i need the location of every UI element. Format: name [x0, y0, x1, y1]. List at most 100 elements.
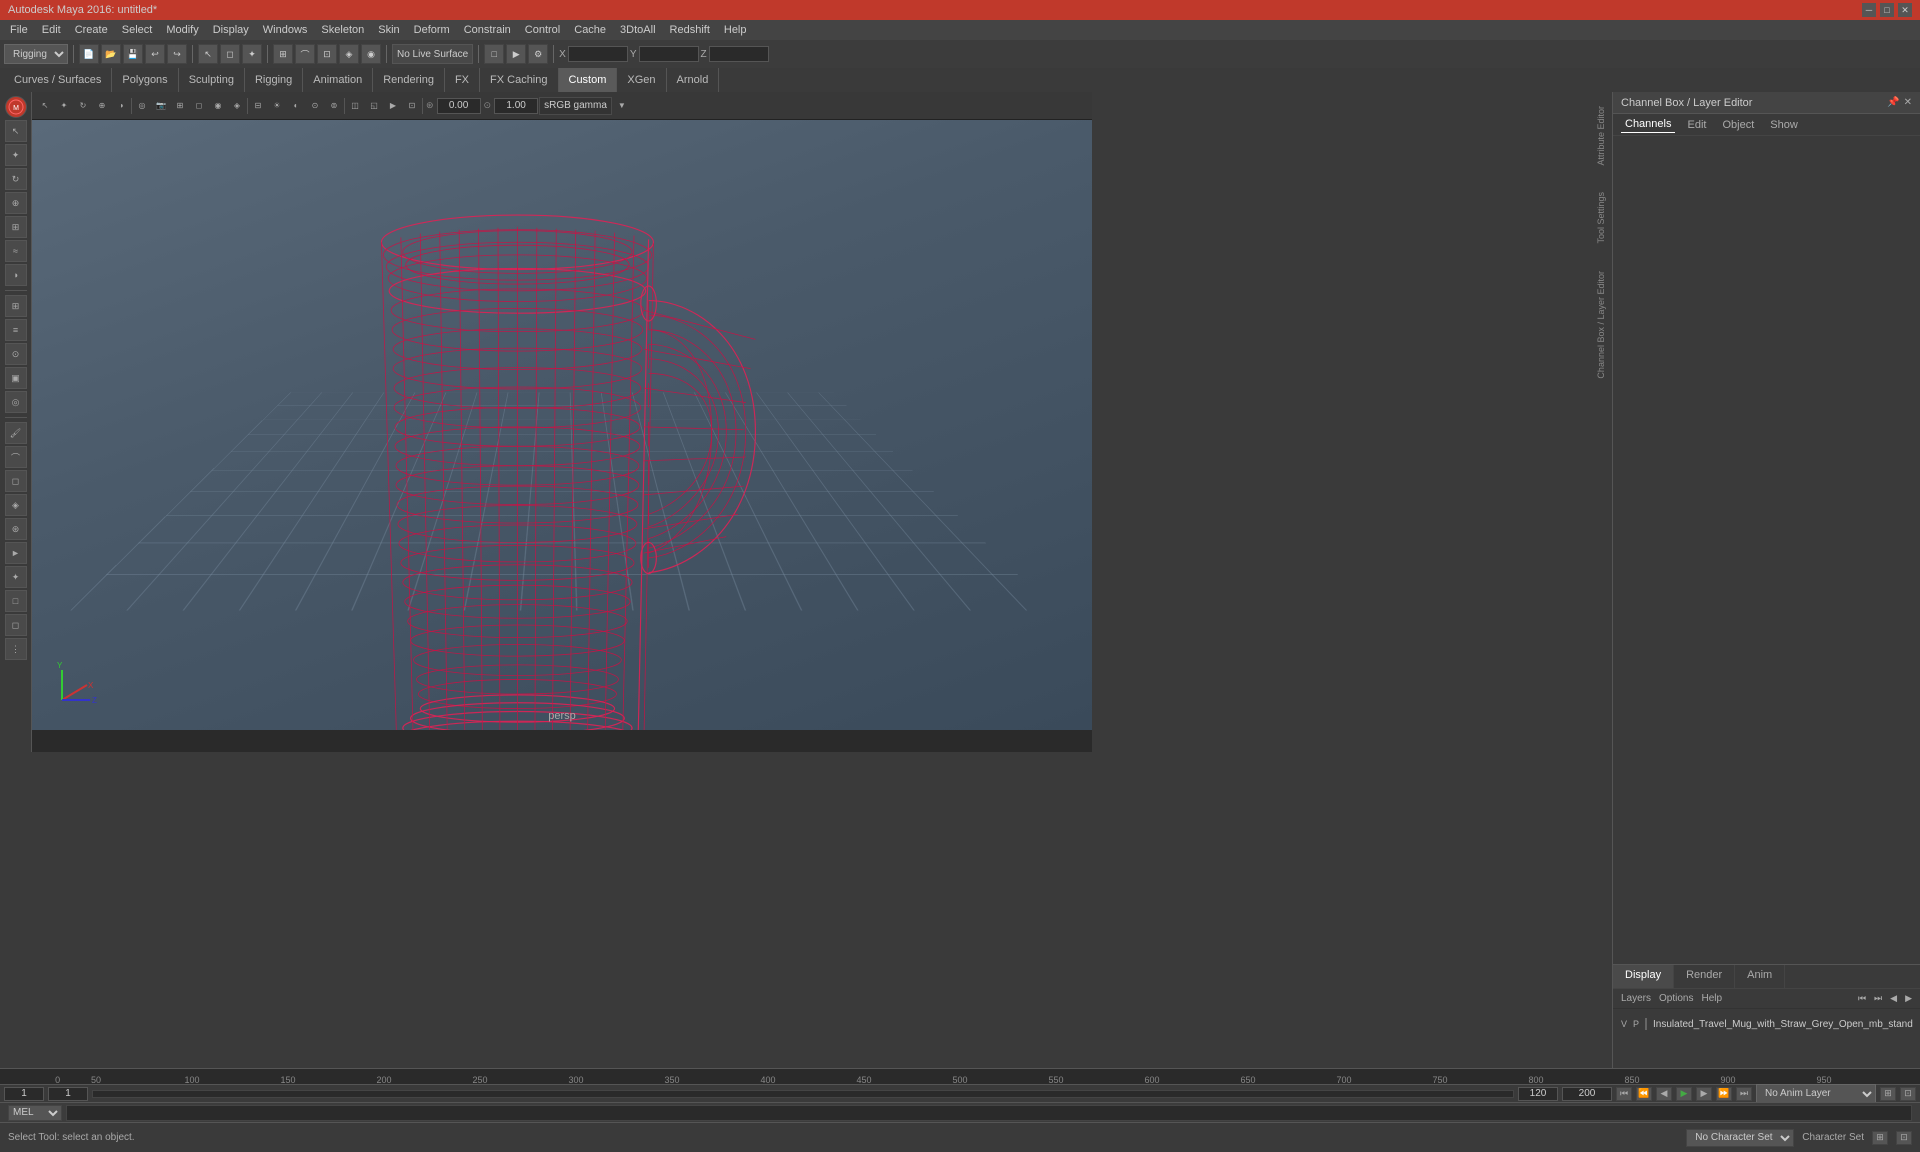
anim-layer-select[interactable]: No Anim Layer: [1756, 1084, 1876, 1104]
render-settings-btn[interactable]: ⚙: [528, 44, 548, 64]
menu-modify[interactable]: Modify: [160, 22, 204, 38]
tab-animation[interactable]: Animation: [303, 68, 373, 92]
soft-mod-sidebar[interactable]: ≈: [5, 240, 27, 262]
next-frame-btn[interactable]: ▶: [1696, 1087, 1712, 1101]
help-sub-tab[interactable]: Help: [1701, 993, 1722, 1004]
window-controls[interactable]: ─ □ ✕: [1862, 3, 1912, 17]
rigging-sidebar[interactable]: ⊛: [5, 518, 27, 540]
viewport-canvas[interactable]: .wire { fill: none; stroke: #cc1144; str…: [32, 120, 1092, 730]
tab-curves-surfaces[interactable]: Curves / Surfaces: [4, 68, 112, 92]
deformers-sidebar[interactable]: ◈: [5, 494, 27, 516]
vp-select-btn[interactable]: ↖: [36, 97, 54, 115]
menu-windows[interactable]: Windows: [257, 22, 314, 38]
fx-sidebar[interactable]: ✦: [5, 566, 27, 588]
menu-cache[interactable]: Cache: [568, 22, 612, 38]
object-tab[interactable]: Object: [1718, 117, 1758, 133]
layers-sidebar[interactable]: ≡: [5, 319, 27, 341]
play-btn[interactable]: ▶: [1676, 1087, 1692, 1101]
select-tool-sidebar[interactable]: ↖: [5, 120, 27, 142]
vp-color-mode-btn[interactable]: ▼: [613, 97, 631, 115]
vp-hud-btn[interactable]: ⊡: [403, 97, 421, 115]
end-frame-input[interactable]: [1518, 1087, 1558, 1101]
vp-move-btn[interactable]: ✦: [55, 97, 73, 115]
vp-scale-btn[interactable]: ⊕: [93, 97, 111, 115]
vp-grid-btn[interactable]: ⊟: [249, 97, 267, 115]
panel-close-btn[interactable]: ✕: [1904, 97, 1912, 108]
y-input[interactable]: [639, 46, 699, 62]
vp-render-btn[interactable]: ▶: [384, 97, 402, 115]
command-input[interactable]: [66, 1105, 1912, 1121]
constraints-sidebar[interactable]: ⊙: [5, 343, 27, 365]
paint-tools-sidebar[interactable]: 🖌: [5, 422, 27, 444]
menu-control[interactable]: Control: [519, 22, 566, 38]
menu-create[interactable]: Create: [69, 22, 114, 38]
menu-deform[interactable]: Deform: [408, 22, 456, 38]
next-key-btn[interactable]: ⏩: [1716, 1087, 1732, 1101]
script-mode-select[interactable]: MEL Python: [8, 1105, 62, 1121]
tab-custom[interactable]: Custom: [559, 68, 618, 92]
snap-surface-btn[interactable]: ◉: [361, 44, 381, 64]
sculpt-sidebar[interactable]: ◑: [5, 264, 27, 286]
options-sub-tab[interactable]: Options: [1659, 993, 1693, 1004]
go-to-start-btn[interactable]: ⏮: [1616, 1087, 1632, 1101]
vp-paint-btn[interactable]: ◑: [112, 97, 130, 115]
vp-dof-btn[interactable]: ⊚: [325, 97, 343, 115]
vp-shading-btn[interactable]: ◉: [209, 97, 227, 115]
move-tool-sidebar[interactable]: ✦: [5, 144, 27, 166]
tab-arnold[interactable]: Arnold: [667, 68, 720, 92]
menu-skeleton[interactable]: Skeleton: [315, 22, 370, 38]
menu-constrain[interactable]: Constrain: [458, 22, 517, 38]
tab-sculpting[interactable]: Sculpting: [179, 68, 245, 92]
vp-show-btn[interactable]: ◫: [346, 97, 364, 115]
transform-tool-sidebar[interactable]: ⊞: [5, 216, 27, 238]
snap-curve-btn[interactable]: ⌒: [295, 44, 315, 64]
go-to-end-btn[interactable]: ⏭: [1736, 1087, 1752, 1101]
vp-xray-btn[interactable]: ◈: [228, 97, 246, 115]
edit-tab[interactable]: Edit: [1683, 117, 1710, 133]
start-frame-input[interactable]: [4, 1087, 44, 1101]
layer-next-btn[interactable]: ⏭: [1874, 993, 1882, 1004]
open-scene-btn[interactable]: 📂: [101, 44, 121, 64]
camera-tools-btn[interactable]: □: [484, 44, 504, 64]
undo-btn[interactable]: ↩: [145, 44, 165, 64]
display-tab[interactable]: Display: [1613, 965, 1674, 988]
menu-skin[interactable]: Skin: [372, 22, 405, 38]
custom2-sidebar[interactable]: ◻: [5, 614, 27, 636]
select-tool-btn[interactable]: ↖: [198, 44, 218, 64]
tab-polygons[interactable]: Polygons: [112, 68, 178, 92]
camera-sidebar[interactable]: ◎: [5, 391, 27, 413]
layer-prev-btn[interactable]: ⏮: [1858, 993, 1866, 1004]
vp-camera-btn[interactable]: ◎: [133, 97, 151, 115]
show-tab[interactable]: Show: [1766, 117, 1802, 133]
channels-tab[interactable]: Channels: [1621, 116, 1675, 133]
menu-select[interactable]: Select: [116, 22, 159, 38]
no-character-set-select[interactable]: No Character Set: [1686, 1129, 1794, 1147]
close-button[interactable]: ✕: [1898, 3, 1912, 17]
new-scene-btn[interactable]: 📄: [79, 44, 99, 64]
vp-light-btn[interactable]: ☀: [268, 97, 286, 115]
prev-frame-btn[interactable]: ◀: [1656, 1087, 1672, 1101]
vp-rotate-btn[interactable]: ↻: [74, 97, 92, 115]
scale-tool-sidebar[interactable]: ⊕: [5, 192, 27, 214]
anim-layer-btn2[interactable]: ⊡: [1900, 1087, 1916, 1101]
vp-ao-btn[interactable]: ⊙: [306, 97, 324, 115]
vp-exposure-input[interactable]: [437, 98, 481, 114]
curves-sidebar[interactable]: ⌒: [5, 446, 27, 468]
character-set-btn1[interactable]: ⊞: [1872, 1131, 1888, 1145]
vp-wireframe-btn[interactable]: ⊞: [171, 97, 189, 115]
menu-3dtoa[interactable]: 3DtoAll: [614, 22, 661, 38]
surfaces-sidebar[interactable]: ◻: [5, 470, 27, 492]
vp-snapshot-btn[interactable]: 📷: [152, 97, 170, 115]
menu-edit[interactable]: Edit: [36, 22, 67, 38]
minimize-button[interactable]: ─: [1862, 3, 1876, 17]
menu-redshift[interactable]: Redshift: [664, 22, 716, 38]
menu-help[interactable]: Help: [718, 22, 753, 38]
workspace-select[interactable]: Rigging: [4, 44, 68, 64]
x-input[interactable]: [568, 46, 628, 62]
save-scene-btn[interactable]: 💾: [123, 44, 143, 64]
snap-view-btn[interactable]: ◈: [339, 44, 359, 64]
menu-file[interactable]: File: [4, 22, 34, 38]
layers-sub-tab[interactable]: Layers: [1621, 993, 1651, 1004]
panel-pin-btn[interactable]: 📌: [1887, 97, 1899, 108]
anim-tab[interactable]: Anim: [1735, 965, 1785, 988]
